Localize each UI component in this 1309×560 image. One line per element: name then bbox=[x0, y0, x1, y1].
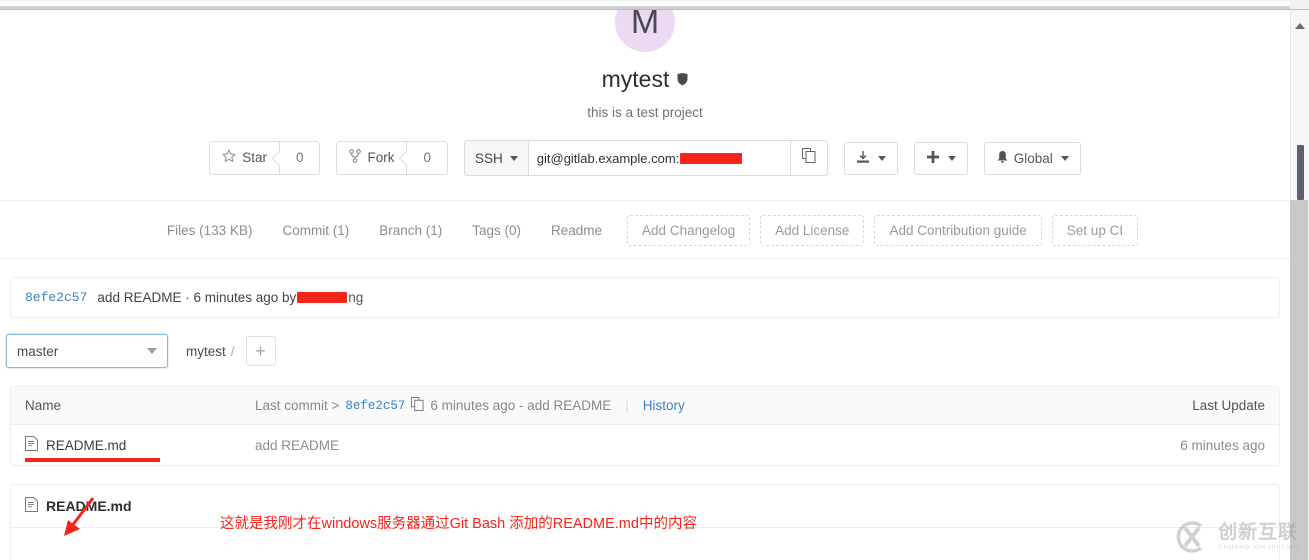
commit-sha-link[interactable]: 8efe2c57 bbox=[25, 290, 87, 305]
last-commit-label: Last commit > bbox=[255, 398, 340, 413]
last-commit-meta: 6 minutes ago - add README bbox=[430, 398, 612, 413]
project-header: M mytest this is a test project bbox=[0, 10, 1290, 120]
nav-link-files[interactable]: Files (133 KB) bbox=[152, 217, 268, 244]
clone-url-input[interactable]: git@gitlab.example.com: bbox=[528, 140, 791, 176]
redaction-mark-author bbox=[297, 292, 348, 303]
scrollbar-lower-track[interactable] bbox=[1290, 200, 1308, 560]
project-action-bar: Star 0 Fork 0 SSH git@gitlab.example.com… bbox=[0, 140, 1290, 176]
file-icon bbox=[25, 497, 38, 515]
download-icon bbox=[856, 150, 870, 167]
fork-button[interactable]: Fork bbox=[336, 141, 408, 175]
file-list-table: Name Last commit > 8efe2c57 6 minutes ag… bbox=[10, 386, 1280, 466]
browser-chrome-strip bbox=[0, 0, 1309, 10]
fork-count[interactable]: 0 bbox=[407, 141, 448, 175]
star-count[interactable]: 0 bbox=[279, 141, 321, 175]
file-table-header: Name Last commit > 8efe2c57 6 minutes ag… bbox=[11, 387, 1279, 425]
copy-icon bbox=[801, 148, 816, 168]
breadcrumb-separator: / bbox=[230, 343, 235, 359]
last-commit-info: Last commit > 8efe2c57 6 minutes ago - a… bbox=[255, 397, 1075, 414]
star-button-group: Star 0 bbox=[209, 141, 321, 175]
breadcrumb-root[interactable]: mytest bbox=[186, 344, 226, 359]
annotation-arrow-icon bbox=[64, 497, 95, 536]
redaction-mark bbox=[680, 152, 743, 164]
star-icon bbox=[222, 148, 237, 167]
scrollbar-thumb[interactable] bbox=[1297, 145, 1304, 200]
row-commit-message: add README bbox=[255, 437, 340, 453]
file-icon bbox=[25, 436, 38, 454]
column-header-last-update: Last Update bbox=[1192, 398, 1265, 413]
nav-link-branch[interactable]: Branch (1) bbox=[364, 217, 457, 244]
scroll-up-arrow-icon[interactable] bbox=[1295, 23, 1305, 29]
watermark-logo-icon bbox=[1176, 521, 1203, 553]
add-contribution-guide-button[interactable]: Add Contribution guide bbox=[874, 215, 1042, 246]
chevron-down-icon bbox=[1060, 155, 1069, 161]
add-changelog-button[interactable]: Add Changelog bbox=[627, 215, 751, 246]
watermark-cn: 创新互联 bbox=[1218, 521, 1299, 543]
commit-author-suffix: ng bbox=[348, 290, 364, 305]
add-file-button[interactable]: + bbox=[245, 336, 276, 366]
branch-select[interactable]: master bbox=[6, 334, 168, 368]
annotation-note: 这就是我刚才在windows服务器通过Git Bash 添加的README.md… bbox=[220, 516, 697, 532]
nav-link-tags[interactable]: Tags (0) bbox=[457, 217, 536, 244]
page-title: mytest bbox=[601, 66, 670, 92]
nav-link-readme[interactable]: Readme bbox=[536, 217, 617, 244]
clone-protocol-label: SSH bbox=[475, 150, 503, 166]
add-license-button[interactable]: Add License bbox=[760, 215, 865, 246]
download-dropdown-button[interactable] bbox=[843, 141, 898, 175]
fork-button-label: Fork bbox=[367, 150, 395, 165]
project-description: this is a test project bbox=[587, 105, 703, 120]
shield-icon bbox=[677, 73, 688, 86]
clone-url-text: git@gitlab.example.com: bbox=[536, 150, 680, 166]
add-dropdown-button[interactable] bbox=[913, 141, 968, 175]
file-name-cell: README.md bbox=[25, 436, 255, 462]
divider: | bbox=[625, 398, 629, 413]
chevron-down-icon bbox=[877, 155, 886, 161]
annotation-underline bbox=[25, 458, 160, 462]
bell-icon bbox=[996, 150, 1009, 167]
nav-link-commit[interactable]: Commit (1) bbox=[267, 217, 364, 244]
table-row[interactable]: README.md add README 6 minutes ago bbox=[11, 425, 1279, 465]
watermark-text: 创新互联 CHUANG XIN HU LIAN bbox=[1218, 523, 1299, 552]
branch-selector-row: master mytest / + bbox=[6, 334, 1280, 368]
watermark-en: CHUANG XIN HU LIAN bbox=[1218, 543, 1299, 551]
fork-icon bbox=[349, 149, 362, 167]
star-button-label: Star bbox=[242, 150, 267, 165]
column-header-name: Name bbox=[25, 398, 62, 413]
project-avatar: M bbox=[615, 10, 675, 52]
copy-url-button[interactable] bbox=[790, 140, 828, 176]
breadcrumb: mytest / bbox=[186, 344, 240, 359]
branch-select-value: master bbox=[17, 343, 59, 359]
page-content: M mytest this is a test project Star 0 F… bbox=[0, 10, 1290, 560]
vertical-scrollbar[interactable] bbox=[1290, 10, 1309, 560]
watermark: 创新互联 CHUANG XIN HU LIAN bbox=[1171, 518, 1299, 556]
notification-dropdown-button[interactable]: Global bbox=[983, 141, 1081, 175]
star-button[interactable]: Star bbox=[209, 141, 280, 175]
history-link[interactable]: History bbox=[643, 398, 685, 413]
chevron-down-icon bbox=[147, 348, 157, 354]
clone-url-group: SSH git@gitlab.example.com: bbox=[464, 140, 828, 176]
notification-label: Global bbox=[1013, 150, 1053, 166]
gitlab-project-page: M mytest this is a test project Star 0 F… bbox=[0, 0, 1309, 560]
project-title-row: mytest bbox=[0, 66, 1290, 93]
chrome-tab-line bbox=[0, 6, 1290, 9]
set-up-ci-button[interactable]: Set up CI bbox=[1051, 215, 1139, 246]
chevron-down-icon bbox=[509, 155, 518, 161]
file-link-readme[interactable]: README.md bbox=[46, 438, 126, 453]
plus-icon bbox=[926, 150, 940, 167]
last-commit-sha-link[interactable]: 8efe2c57 bbox=[345, 399, 405, 413]
fork-button-group: Fork 0 bbox=[336, 141, 448, 175]
clone-protocol-dropdown[interactable]: SSH bbox=[464, 140, 529, 176]
latest-commit-bar: 8efe2c57 add README · 6 minutes ago by n… bbox=[10, 277, 1280, 318]
chevron-down-icon bbox=[947, 155, 956, 161]
project-nav-row: Files (133 KB) Commit (1) Branch (1) Tag… bbox=[0, 200, 1290, 259]
commit-message: add README · 6 minutes ago by bbox=[97, 290, 297, 305]
row-last-update: 6 minutes ago bbox=[1180, 437, 1265, 453]
copy-icon[interactable] bbox=[411, 397, 424, 414]
